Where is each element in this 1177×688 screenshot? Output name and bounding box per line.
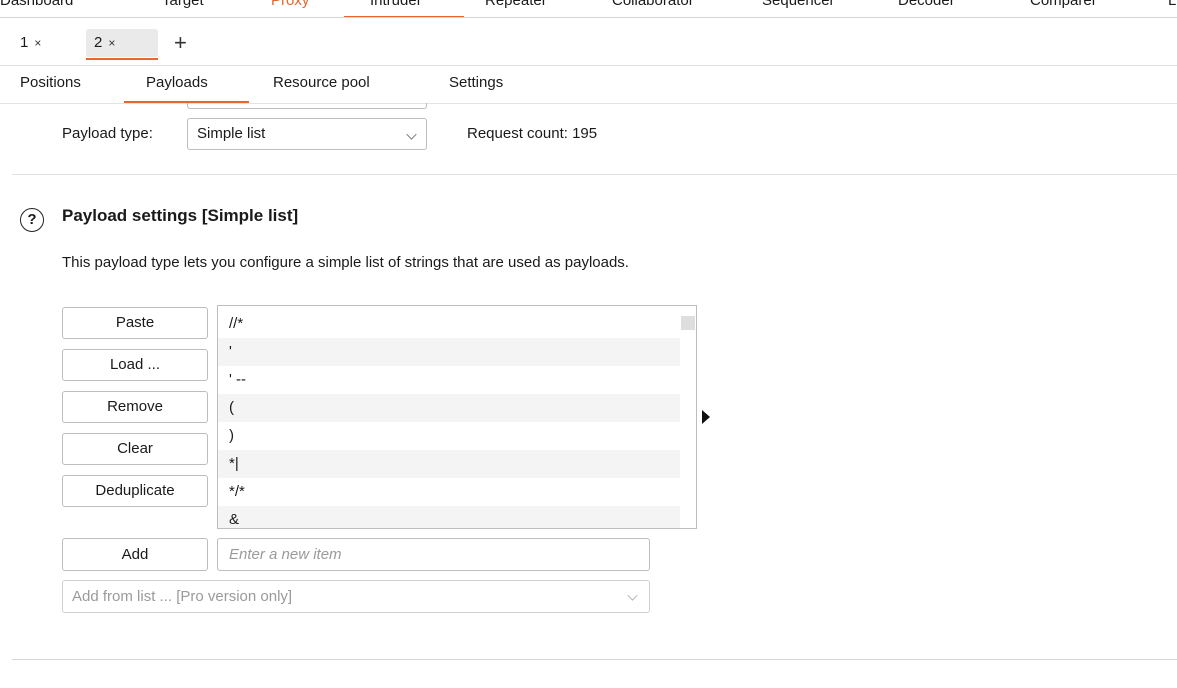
payload-type-select[interactable]: Simple list — [187, 118, 427, 150]
payload-type-value: Simple list — [197, 125, 266, 142]
tab-positions[interactable]: Positions — [20, 74, 81, 91]
nav-tab-repeater[interactable]: Repeater — [485, 0, 547, 9]
nav-tab-decoder[interactable]: Decoder — [898, 0, 955, 9]
section-tabs: Positions Payloads Resource pool Setting… — [0, 66, 1177, 104]
divider — [12, 174, 1177, 175]
nav-tab-sequencer[interactable]: Sequencer — [762, 0, 835, 9]
nav-tab-intruder[interactable]: Intruder — [370, 0, 422, 9]
nav-tab-target[interactable]: Target — [162, 0, 204, 9]
load-button[interactable]: Load ... — [62, 349, 208, 381]
new-item-input[interactable]: Enter a new item — [217, 538, 650, 571]
close-icon[interactable]: × — [34, 36, 41, 50]
nav-tab-collaborator[interactable]: Collaborator — [612, 0, 694, 9]
clear-button[interactable]: Clear — [62, 433, 208, 465]
plus-icon[interactable]: + — [174, 29, 187, 57]
list-item[interactable]: ( — [218, 394, 680, 422]
tab-resource-pool[interactable]: Resource pool — [273, 74, 370, 91]
list-item[interactable]: */* — [218, 478, 680, 506]
payload-settings-description: This payload type lets you configure a s… — [62, 254, 629, 271]
payload-set-select-partial[interactable] — [187, 103, 427, 109]
nav-tab-logger[interactable]: L — [1168, 0, 1176, 9]
top-nav: Dashboard Target Proxy Intruder Repeater… — [0, 0, 1177, 18]
triangle-right-icon[interactable] — [702, 410, 710, 424]
remove-button[interactable]: Remove — [62, 391, 208, 423]
tab-payloads[interactable]: Payloads — [146, 74, 208, 91]
payload-list[interactable]: //* ' ' -- ( ) *| */* & — [217, 305, 697, 529]
request-count: Request count: 195 — [467, 125, 598, 142]
list-item[interactable]: ) — [218, 422, 680, 450]
add-from-list-select[interactable]: Add from list ... [Pro version only] — [62, 580, 650, 613]
active-tab-indicator — [86, 58, 158, 60]
list-item[interactable]: ' -- — [218, 366, 680, 394]
divider — [12, 659, 1177, 660]
deduplicate-button[interactable]: Deduplicate — [62, 475, 208, 507]
attack-tab-label: 1 — [20, 34, 29, 51]
attack-tab-1[interactable]: 1 × — [12, 29, 72, 57]
paste-button[interactable]: Paste — [62, 307, 208, 339]
list-item[interactable]: ' — [218, 338, 680, 366]
tab-settings[interactable]: Settings — [449, 74, 503, 91]
attack-tab-label: 2 — [94, 34, 103, 51]
list-item[interactable]: & — [218, 506, 680, 528]
nav-tab-proxy[interactable]: Proxy — [271, 0, 309, 9]
attack-tabs: 1 × 2 × + — [0, 18, 1177, 66]
question-circle-icon[interactable]: ? — [20, 208, 44, 232]
chevron-down-icon — [406, 129, 417, 140]
list-item[interactable]: *| — [218, 450, 680, 478]
chevron-down-icon — [627, 590, 638, 601]
nav-tab-comparer[interactable]: Comparer — [1030, 0, 1097, 9]
payload-type-label: Payload type: — [62, 125, 153, 142]
payload-settings-title: Payload settings [Simple list] — [62, 206, 299, 225]
nav-tab-dashboard[interactable]: Dashboard — [0, 0, 73, 9]
add-from-list-label: Add from list ... [Pro version only] — [72, 588, 293, 605]
add-button[interactable]: Add — [62, 538, 208, 571]
list-item[interactable]: //* — [218, 310, 680, 338]
close-icon[interactable]: × — [108, 36, 115, 50]
attack-tab-2[interactable]: 2 × — [86, 29, 158, 60]
scrollbar-thumb[interactable] — [681, 316, 695, 330]
